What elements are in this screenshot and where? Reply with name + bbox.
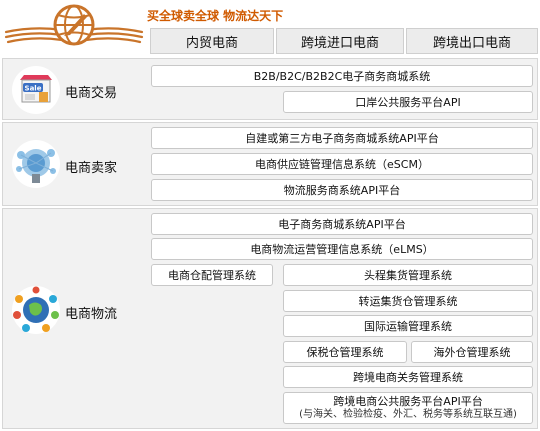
public-service-api-platform: 跨境电商公共服务平台API平台 (与海关、检验检疫、外汇、税务等系统互联互通) — [283, 392, 533, 424]
sale-shop-icon: Sale — [12, 66, 60, 114]
logistics-provider-api: 物流服务商系统API平台 — [151, 179, 533, 201]
section-label-trading: 电商交易 — [65, 86, 118, 101]
first-leg-consolidation-system: 头程集货管理系统 — [283, 264, 533, 286]
section-trading: Sale 电商交易 B2B/B2C/B2B2C电子商务商城系统 口岸公共服务平台… — [2, 58, 538, 120]
globe-logo-icon — [4, 4, 144, 46]
public-service-api-note: (与海关、检验检疫、外汇、税务等系统互联互通) — [299, 409, 517, 420]
customs-management-system: 跨境电商关务管理系统 — [283, 366, 533, 388]
col-head-cross-import: 跨境进口电商 — [276, 28, 404, 54]
svg-text:Sale: Sale — [25, 85, 42, 93]
port-public-service-api: 口岸公共服务平台API — [283, 91, 533, 113]
section-seller: 电商卖家 自建或第三方电子商务商城系统API平台 电商供应链管理信息系统（eSC… — [2, 122, 538, 206]
warehouse-distribution-system: 电商仓配管理系统 — [151, 264, 273, 286]
bonded-warehouse-system: 保税仓管理系统 — [283, 341, 407, 363]
logistics-globe-icon — [12, 286, 60, 334]
transshipment-warehouse-system: 转运集货仓管理系统 — [283, 290, 533, 312]
section-label-seller: 电商卖家 — [65, 161, 118, 176]
seller-cloud-icon — [12, 140, 60, 188]
self-built-mall-api: 自建或第三方电子商务商城系统API平台 — [151, 127, 533, 149]
escm-system: 电商供应链管理信息系统（eSCM） — [151, 153, 533, 175]
public-service-api-title: 跨境电商公共服务平台API平台 — [333, 395, 483, 408]
section-label-logistics: 电商物流 — [65, 307, 118, 322]
col-head-cross-export: 跨境出口电商 — [406, 28, 538, 54]
overseas-warehouse-system: 海外仓管理系统 — [411, 341, 533, 363]
b2b-mall-system: B2B/B2C/B2B2C电子商务商城系统 — [151, 65, 533, 87]
section-logistics: 电商物流 电子商务商城系统API平台 电商物流运营管理信息系统（eLMS） 电商… — [2, 208, 538, 429]
ecommerce-mall-api: 电子商务商城系统API平台 — [151, 213, 533, 235]
col-head-domestic: 内贸电商 — [150, 28, 274, 54]
international-transport-system: 国际运输管理系统 — [283, 315, 533, 337]
slogan: 买全球卖全球 物流达天下 — [147, 9, 284, 23]
elms-system: 电商物流运营管理信息系统（eLMS） — [151, 238, 533, 260]
